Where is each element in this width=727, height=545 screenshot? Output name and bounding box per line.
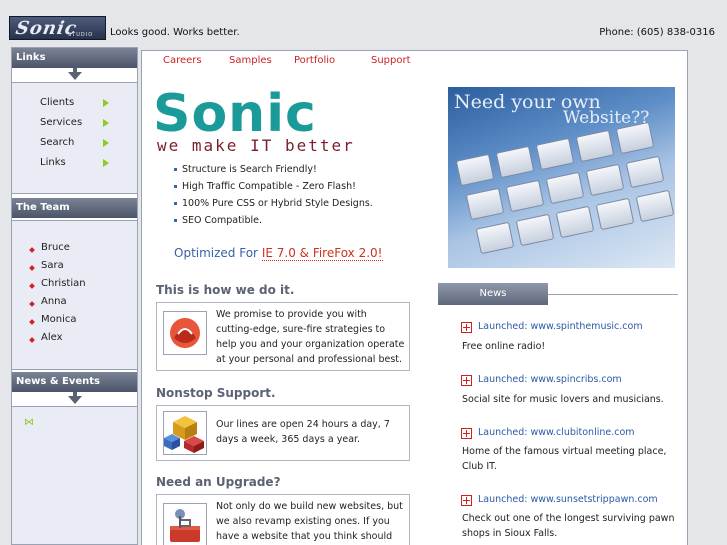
nav-support[interactable]: Support	[371, 55, 411, 66]
nav-portfolio[interactable]: Portfolio	[294, 55, 335, 66]
section-text: Our lines are open 24 hours a day, 7 day…	[216, 419, 390, 445]
nav-samples[interactable]: Samples	[229, 55, 272, 66]
team-member[interactable]: Alex	[41, 332, 63, 343]
play-arrow-icon	[103, 139, 109, 147]
bullet-icon	[174, 219, 177, 222]
keyboard-key	[585, 163, 625, 197]
bullet-icon	[29, 301, 35, 307]
expand-plus-icon[interactable]	[461, 428, 472, 439]
expand-plus-icon[interactable]	[461, 375, 472, 386]
section-title: Nonstop Support.	[156, 386, 276, 400]
top-bar: Sonic STUDIO Looks good. Works better. P…	[0, 0, 727, 44]
news-description: Home of the famous virtual meeting place…	[462, 446, 667, 472]
team-heading: The Team	[12, 198, 137, 218]
keyboard-key	[465, 187, 505, 221]
feature-item: High Traffic Compatible - Zero Flash!	[182, 181, 356, 192]
bullet-icon	[29, 337, 35, 343]
section-text: We promise to provide you with cutting-e…	[216, 309, 405, 365]
cubes-icon	[163, 411, 207, 455]
bullet-icon	[29, 265, 35, 271]
section-box: Not only do we build new websites, but w…	[156, 494, 410, 545]
banner-line-2: Website??	[563, 108, 650, 128]
news-tab[interactable]: News	[438, 283, 548, 305]
news-events-panel: ⋈	[12, 406, 137, 545]
tagline: Looks good. Works better.	[110, 27, 240, 38]
optimized-browsers: IE 7.0 & FireFox 2.0!	[261, 246, 383, 261]
bowtie-icon[interactable]: ⋈	[24, 417, 34, 428]
down-arrow-icon	[68, 396, 82, 404]
play-arrow-icon	[103, 159, 109, 167]
keyboard-key	[505, 179, 545, 213]
optimized-prefix: Optimized For	[174, 246, 262, 260]
keyboard-key	[495, 145, 535, 179]
keyboard-key	[575, 129, 615, 163]
ribbon-icon	[163, 311, 207, 355]
down-arrow-icon	[68, 72, 82, 80]
links-panel: Clients Services Search Links	[12, 82, 137, 194]
news-link[interactable]: Launched: www.spincribs.com	[478, 374, 622, 385]
keyboard-key	[455, 153, 495, 187]
website-promo-banner[interactable]: Need your own Website??	[448, 87, 675, 268]
logo-subtext: STUDIO	[68, 32, 94, 38]
links-heading: Links	[12, 48, 137, 68]
sidebar-item-search[interactable]: Search	[40, 137, 74, 148]
keyboard-key	[535, 137, 575, 171]
bullet-icon	[29, 247, 35, 253]
section-box: Our lines are open 24 hours a day, 7 day…	[156, 405, 410, 461]
news-description: Free online radio!	[462, 341, 546, 352]
feature-item: SEO Compatible.	[182, 215, 262, 226]
keyboard-key	[625, 155, 665, 189]
bullet-icon	[174, 185, 177, 188]
feature-item: 100% Pure CSS or Hybrid Style Designs.	[182, 198, 373, 209]
keyboard-key	[545, 171, 585, 205]
play-arrow-icon	[103, 99, 109, 107]
news-link[interactable]: Launched: www.clubitonline.com	[478, 427, 635, 438]
keyboard-key	[555, 205, 595, 239]
brand-heading: Sonic	[153, 84, 317, 144]
team-member[interactable]: Sara	[41, 260, 64, 271]
team-member[interactable]: Bruce	[41, 242, 70, 253]
news-description: Check out one of the longest surviving p…	[462, 513, 675, 539]
sidebar-item-services[interactable]: Services	[40, 117, 82, 128]
sidebar-item-links[interactable]: Links	[40, 157, 66, 168]
site-logo[interactable]: Sonic STUDIO	[9, 16, 106, 40]
keyboard-key	[635, 189, 675, 223]
news-events-heading: News & Events	[12, 372, 137, 392]
section-title: This is how we do it.	[156, 283, 295, 297]
keyboard-key	[475, 221, 515, 255]
left-sidebar: Links Clients Services Search Links The …	[11, 47, 138, 545]
keyboard-key	[595, 197, 635, 231]
team-member[interactable]: Anna	[41, 296, 67, 307]
feature-item: Structure is Search Friendly!	[182, 164, 317, 175]
expand-plus-icon[interactable]	[461, 495, 472, 506]
news-divider	[548, 294, 678, 295]
news-link[interactable]: Launched: www.spinthemusic.com	[478, 321, 643, 332]
bullet-icon	[174, 168, 177, 171]
news-description: Social site for music lovers and musicia…	[462, 394, 664, 405]
bullet-icon	[174, 202, 177, 205]
bullet-icon	[29, 283, 35, 289]
section-title: Need an Upgrade?	[156, 475, 281, 489]
sidebar-item-clients[interactable]: Clients	[40, 97, 74, 108]
team-member[interactable]: Monica	[41, 314, 77, 325]
phone-number: Phone: (605) 838-0316	[599, 27, 715, 38]
section-text: Not only do we build new websites, but w…	[216, 501, 403, 542]
brand-slogan: we make IT better	[157, 136, 355, 155]
expand-plus-icon[interactable]	[461, 322, 472, 333]
keyboard-key	[515, 213, 555, 247]
nav-careers[interactable]: Careers	[163, 55, 202, 66]
bullet-icon	[29, 319, 35, 325]
main-navigation: Careers Samples Portfolio Support	[141, 50, 688, 72]
browser-optimization-note: Optimized For IE 7.0 & FireFox 2.0!	[174, 246, 383, 261]
team-panel: Bruce Sara Christian Anna Monica Alex	[12, 220, 137, 370]
team-member[interactable]: Christian	[41, 278, 86, 289]
toolbox-icon	[163, 503, 207, 545]
section-box: We promise to provide you with cutting-e…	[156, 302, 410, 371]
play-arrow-icon	[103, 119, 109, 127]
news-link[interactable]: Launched: www.sunsetstrippawn.com	[478, 494, 658, 505]
